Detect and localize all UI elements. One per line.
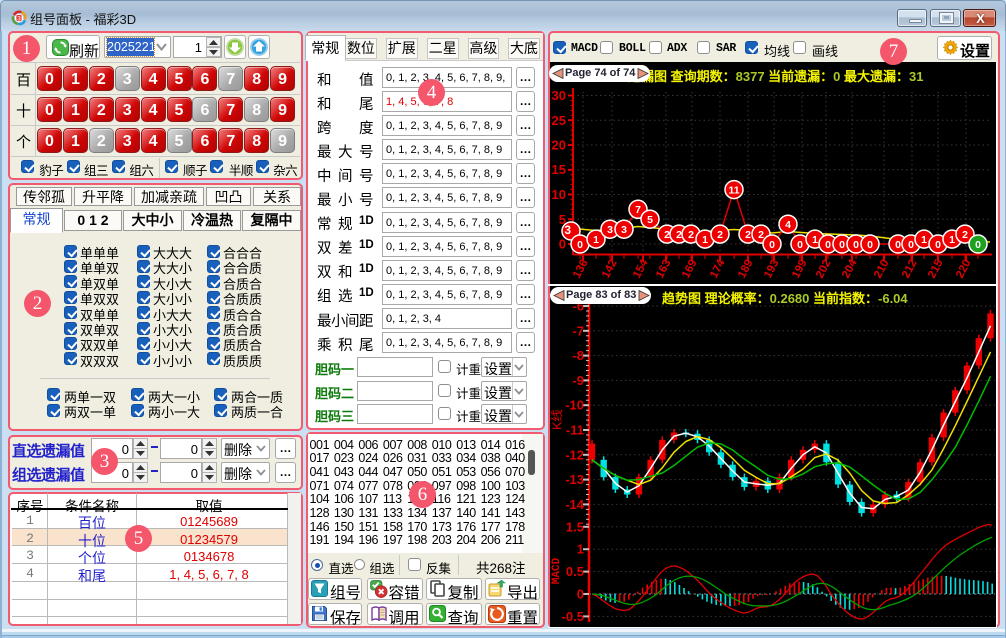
svg-text:20: 20: [552, 138, 566, 153]
svg-text:220: 220: [954, 258, 974, 281]
svg-text:2: 2: [664, 229, 670, 241]
svg-text:2: 2: [717, 229, 723, 241]
svg-text:3: 3: [564, 223, 571, 237]
svg-text:1: 1: [949, 234, 955, 246]
svg-text:163: 163: [654, 258, 674, 281]
svg-text:174: 174: [708, 257, 728, 280]
svg-text:212: 212: [900, 258, 920, 281]
svg-text:0: 0: [908, 239, 914, 251]
svg-text:-11: -11: [566, 423, 584, 438]
svg-text:10: 10: [552, 187, 566, 202]
svg-text:0: 0: [935, 239, 941, 251]
svg-text:0.5: 0.5: [566, 564, 584, 579]
svg-text:2: 2: [745, 229, 751, 241]
svg-text:-0.5: -0.5: [562, 609, 584, 624]
svg-text:202: 202: [814, 258, 834, 281]
svg-text:-9: -9: [572, 373, 584, 388]
svg-text:1: 1: [593, 234, 599, 246]
svg-text:1: 1: [812, 234, 818, 246]
svg-text:169: 169: [680, 258, 700, 281]
svg-text:-14: -14: [565, 497, 585, 512]
svg-text:1: 1: [702, 234, 708, 246]
svg-text:2: 2: [688, 229, 694, 241]
svg-text:0: 0: [559, 237, 566, 252]
svg-text:136: 136: [571, 258, 591, 281]
svg-text:0: 0: [975, 239, 981, 251]
svg-text:193: 193: [762, 258, 782, 281]
svg-text:25: 25: [552, 113, 566, 128]
svg-text:215: 215: [926, 257, 946, 280]
svg-text:2: 2: [676, 229, 682, 241]
svg-text:199: 199: [790, 258, 810, 281]
svg-text:0: 0: [577, 239, 583, 251]
svg-text:4: 4: [785, 219, 791, 231]
svg-text:-13: -13: [565, 472, 584, 487]
svg-text:11: 11: [728, 184, 739, 196]
svg-text:-10: -10: [565, 398, 584, 413]
svg-text:15: 15: [552, 162, 566, 177]
svg-text:1: 1: [921, 234, 927, 246]
svg-text:3: 3: [621, 224, 627, 236]
svg-text:0: 0: [825, 239, 831, 251]
svg-text:189: 189: [736, 258, 756, 281]
svg-text:0: 0: [895, 239, 901, 251]
svg-text:142: 142: [600, 258, 620, 281]
svg-text:1: 1: [577, 542, 584, 557]
svg-text:30: 30: [552, 88, 566, 103]
svg-text:0: 0: [797, 239, 803, 251]
svg-text:204: 204: [840, 257, 860, 280]
svg-text:3: 3: [607, 224, 613, 236]
svg-text:0: 0: [839, 239, 845, 251]
svg-text:-8: -8: [572, 348, 584, 363]
svg-text:154: 154: [631, 257, 651, 280]
svg-text:0: 0: [867, 239, 873, 251]
svg-text:5: 5: [647, 214, 653, 226]
svg-text:0: 0: [769, 239, 775, 251]
svg-text:0: 0: [577, 587, 584, 602]
svg-text:-7: -7: [572, 323, 584, 338]
svg-text:2: 2: [962, 229, 968, 241]
svg-text:1.5: 1.5: [566, 519, 584, 534]
svg-text:0: 0: [853, 239, 859, 251]
svg-text:7: 7: [635, 204, 641, 216]
svg-text:-12: -12: [565, 447, 584, 462]
svg-text:2: 2: [758, 229, 764, 241]
svg-text:210: 210: [872, 258, 892, 281]
